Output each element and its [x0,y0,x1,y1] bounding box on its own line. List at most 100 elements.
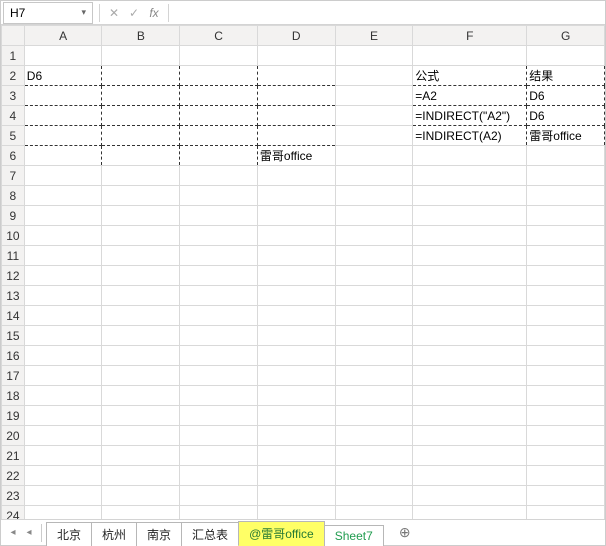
cell-A24[interactable] [24,506,102,520]
cell-D4[interactable] [257,106,335,126]
cell-C3[interactable] [180,86,258,106]
cell-G11[interactable] [527,246,605,266]
cell-E18[interactable] [335,386,413,406]
cell-A22[interactable] [24,466,102,486]
row-header[interactable]: 12 [2,266,25,286]
cell-B21[interactable] [102,446,180,466]
cell-D15[interactable] [257,326,335,346]
cell-F6[interactable] [413,146,527,166]
cell-F1[interactable] [413,46,527,66]
cell-F20[interactable] [413,426,527,446]
cell-E8[interactable] [335,186,413,206]
cell-B12[interactable] [102,266,180,286]
cell-G14[interactable] [527,306,605,326]
cell-C4[interactable] [180,106,258,126]
cell-B4[interactable] [102,106,180,126]
add-sheet-icon[interactable]: ⊕ [393,523,417,542]
cell-A12[interactable] [24,266,102,286]
chevron-down-icon[interactable]: ▾ [81,7,86,18]
cell-G21[interactable] [527,446,605,466]
cell-D11[interactable] [257,246,335,266]
cell-E14[interactable] [335,306,413,326]
cell-E10[interactable] [335,226,413,246]
cell-G4[interactable]: D6 [527,106,605,126]
row-header[interactable]: 23 [2,486,25,506]
cell-F7[interactable] [413,166,527,186]
col-header-B[interactable]: B [102,26,180,46]
cell-A7[interactable] [24,166,102,186]
cell-F14[interactable] [413,306,527,326]
cell-E12[interactable] [335,266,413,286]
sheet-tab-3[interactable]: 汇总表 [181,522,239,546]
cell-C10[interactable] [180,226,258,246]
cell-G1[interactable] [527,46,605,66]
cell-A18[interactable] [24,386,102,406]
col-header-D[interactable]: D [257,26,335,46]
cell-A5[interactable] [24,126,102,146]
cell-C18[interactable] [180,386,258,406]
cell-D13[interactable] [257,286,335,306]
row-header[interactable]: 13 [2,286,25,306]
cell-F15[interactable] [413,326,527,346]
sheet-tab-1[interactable]: 杭州 [91,522,137,546]
row-header[interactable]: 6 [2,146,25,166]
cell-B7[interactable] [102,166,180,186]
cell-G7[interactable] [527,166,605,186]
cell-G13[interactable] [527,286,605,306]
cell-G12[interactable] [527,266,605,286]
cell-D10[interactable] [257,226,335,246]
cell-D5[interactable] [257,126,335,146]
row-header[interactable]: 4 [2,106,25,126]
cell-D17[interactable] [257,366,335,386]
cell-E7[interactable] [335,166,413,186]
cell-A19[interactable] [24,406,102,426]
cell-F16[interactable] [413,346,527,366]
cell-A9[interactable] [24,206,102,226]
cell-E9[interactable] [335,206,413,226]
cell-B2[interactable] [102,66,180,86]
cell-C2[interactable] [180,66,258,86]
cell-E15[interactable] [335,326,413,346]
row-header[interactable]: 14 [2,306,25,326]
row-header[interactable]: 1 [2,46,25,66]
cell-A17[interactable] [24,366,102,386]
row-header[interactable]: 11 [2,246,25,266]
cell-E23[interactable] [335,486,413,506]
cell-G17[interactable] [527,366,605,386]
cell-E13[interactable] [335,286,413,306]
cell-C17[interactable] [180,366,258,386]
cell-C9[interactable] [180,206,258,226]
cell-A15[interactable] [24,326,102,346]
sheet-tab-4[interactable]: @雷哥office [238,521,325,546]
cell-E24[interactable] [335,506,413,520]
col-header-A[interactable]: A [24,26,102,46]
cell-E20[interactable] [335,426,413,446]
cell-A23[interactable] [24,486,102,506]
cell-B1[interactable] [102,46,180,66]
cell-B23[interactable] [102,486,180,506]
cell-A16[interactable] [24,346,102,366]
sheet-nav-first-icon[interactable]: ◂ [5,527,21,538]
grid-scroll-area[interactable]: A B C D E F G 12D6公式结果3=A2D64=INDIRECT("… [1,25,605,519]
cell-C1[interactable] [180,46,258,66]
cell-E5[interactable] [335,126,413,146]
cell-B10[interactable] [102,226,180,246]
cell-F22[interactable] [413,466,527,486]
cell-C15[interactable] [180,326,258,346]
cell-A10[interactable] [24,226,102,246]
cell-B6[interactable] [102,146,180,166]
cell-B9[interactable] [102,206,180,226]
cell-F5[interactable]: =INDIRECT(A2) [413,126,527,146]
cell-C11[interactable] [180,246,258,266]
cell-A20[interactable] [24,426,102,446]
cell-A8[interactable] [24,186,102,206]
cell-B19[interactable] [102,406,180,426]
cell-G5[interactable]: 雷哥office [527,126,605,146]
cell-D12[interactable] [257,266,335,286]
cell-B16[interactable] [102,346,180,366]
cell-E17[interactable] [335,366,413,386]
cell-C5[interactable] [180,126,258,146]
cell-F18[interactable] [413,386,527,406]
cell-D21[interactable] [257,446,335,466]
cell-A11[interactable] [24,246,102,266]
